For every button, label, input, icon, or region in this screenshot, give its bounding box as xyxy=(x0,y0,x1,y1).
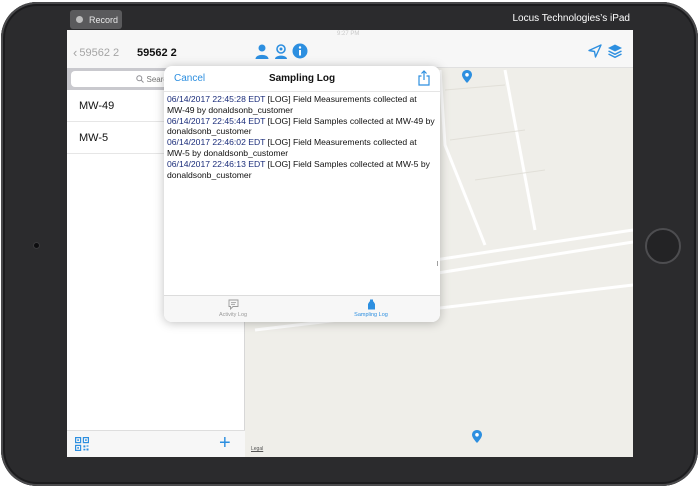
map-pin-icon[interactable] xyxy=(462,70,472,83)
tab-label: Activity Log xyxy=(218,312,248,318)
log-entry: 06/14/2017 22:45:28 EDT [LOG] Field Meas… xyxy=(167,94,437,116)
location-arrow-icon[interactable] xyxy=(587,43,603,59)
popover-title: Sampling Log xyxy=(268,73,336,84)
device-name: Locus Technologies’s iPad xyxy=(512,13,631,24)
recording-bar: Record Locus Technologies’s iPad xyxy=(68,8,634,30)
log-entry: 06/14/2017 22:46:02 EDT [LOG] Field Meas… xyxy=(167,137,437,159)
sample-bottle-icon xyxy=(367,299,375,310)
sampling-log-popover: Cancel Sampling Log 06/14/2017 22:45:28 … xyxy=(164,66,440,322)
log-timestamp: 06/14/2017 22:46:02 EDT xyxy=(167,137,266,148)
left-footer: + xyxy=(67,430,245,457)
map-pin-icon[interactable] xyxy=(472,430,482,443)
back-button-label: 59562 2 xyxy=(79,47,120,59)
info-icon[interactable] xyxy=(292,43,308,59)
scroll-indicator[interactable] xyxy=(437,261,438,266)
record-button[interactable]: Record xyxy=(70,10,122,29)
search-icon xyxy=(135,75,144,83)
map-toolbar xyxy=(245,30,633,68)
ipad-screen: Legal 9:27 PM ‹ 59562 2 59562 2 Search M… xyxy=(67,30,633,457)
camera-icon xyxy=(33,242,40,249)
map-legal-link[interactable]: Legal xyxy=(251,446,263,452)
tab-label: Sampling Log xyxy=(354,312,388,318)
log-entry: 06/14/2017 22:45:44 EDT [LOG] Field Samp… xyxy=(167,116,437,138)
log-entries: 06/14/2017 22:45:28 EDT [LOG] Field Meas… xyxy=(167,94,437,180)
log-timestamp: 06/14/2017 22:45:28 EDT xyxy=(167,94,266,104)
chevron-left-icon: ‹ xyxy=(73,45,78,60)
user-settings-icon[interactable] xyxy=(273,43,289,59)
popover-tab-bar: Activity Log Sampling Log xyxy=(164,295,440,322)
log-timestamp: 06/14/2017 22:45:44 EDT xyxy=(167,115,266,126)
list-item-label: MW-49 xyxy=(79,99,115,112)
popover-header: Cancel Sampling Log xyxy=(164,66,440,92)
chat-bubble-icon xyxy=(228,299,238,310)
person-icon[interactable] xyxy=(254,43,270,59)
record-dot-icon xyxy=(76,16,83,23)
home-button[interactable] xyxy=(645,228,681,264)
layers-icon[interactable] xyxy=(607,43,623,59)
tab-sampling-log[interactable]: Sampling Log xyxy=(302,296,440,322)
left-panel-title: 59562 2 xyxy=(137,47,177,59)
status-bar-time: 9:27 PM xyxy=(337,31,360,37)
left-nav-bar: ‹ 59562 2 59562 2 xyxy=(67,30,245,68)
log-entry: 06/14/2017 22:46:13 EDT [LOG] Field Samp… xyxy=(167,159,437,181)
tab-activity-log[interactable]: Activity Log xyxy=(164,296,302,322)
log-timestamp: 06/14/2017 22:46:13 EDT xyxy=(167,158,266,169)
record-button-label: Record xyxy=(89,14,119,25)
share-icon[interactable] xyxy=(417,70,431,86)
back-button[interactable]: ‹ 59562 2 xyxy=(73,45,120,60)
qr-code-icon[interactable] xyxy=(75,437,89,451)
add-button[interactable]: + xyxy=(219,433,231,453)
list-item-label: MW-5 xyxy=(79,131,109,144)
